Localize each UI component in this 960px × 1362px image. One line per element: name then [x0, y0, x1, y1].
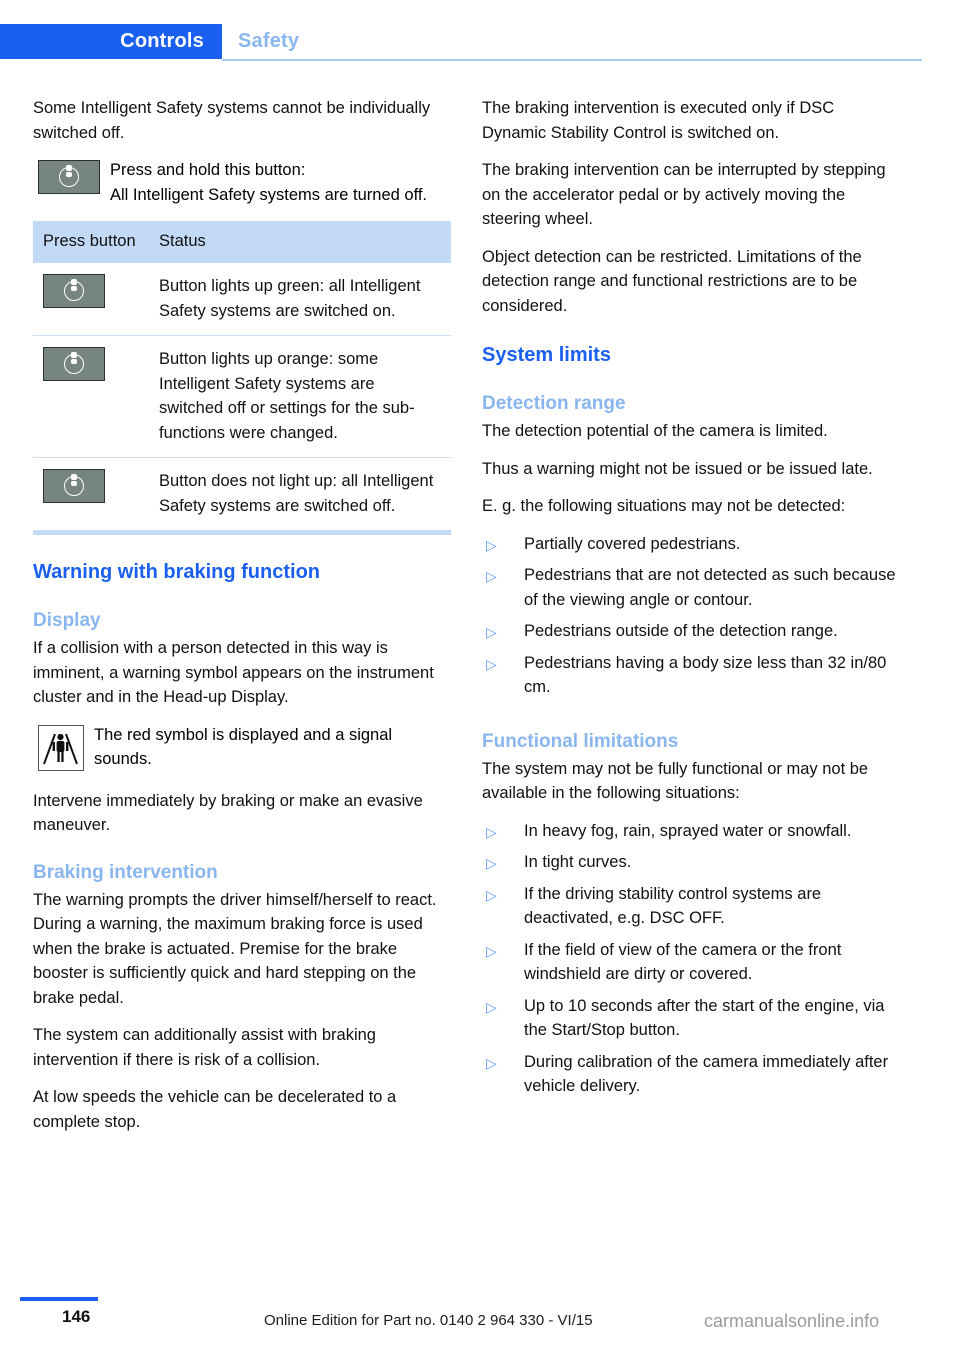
red-symbol-block: The red symbol is displayed and a signal… [33, 723, 451, 776]
right-paragraph-1: The braking intervention is executed onl… [482, 99, 835, 142]
list-item: ▷ Pedestrians having a body size less th… [482, 651, 900, 707]
table-cell-status: Button does not light up: all Intelligen… [149, 457, 451, 530]
triangle-bullet-icon: ▷ [486, 568, 497, 584]
heading-warning-with-braking-function: Warning with braking function [33, 561, 321, 583]
list-item: ▷ If the driving stability control syste… [482, 882, 900, 938]
table-header-status: Status [149, 221, 451, 263]
header-divider [222, 59, 922, 61]
triangle-bullet-icon: ▷ [486, 823, 497, 840]
triangle-bullet-icon: ▷ [486, 942, 497, 959]
detection-bullet-list: ▷ Partially covered pedestrians. ▷ Pedes… [482, 532, 900, 707]
table-row: Button lights up orange: some Intelligen… [33, 335, 451, 458]
table-row: Button does not light up: all Intelligen… [33, 457, 451, 530]
list-item: ▷ In tight curves. [482, 850, 900, 882]
table-header-row: Press button Status [33, 221, 451, 263]
list-item: ▷ In heavy fog, rain, sprayed water or s… [482, 819, 900, 851]
tab-controls[interactable]: Controls [0, 24, 222, 59]
functional-bullet-list: ▷ In heavy fog, rain, sprayed water or s… [482, 819, 900, 1106]
tab-controls-label: Controls [120, 30, 204, 52]
table-cell-status: Button lights up orange: some Intelligen… [149, 335, 451, 458]
intervene-paragraph: Intervene immediately by braking or make… [33, 791, 423, 835]
table-cell-icon [33, 335, 149, 458]
pedestrian-warning-icon [38, 724, 84, 776]
heading-detection-range: Detection range [482, 393, 626, 414]
detection-paragraph-1: The detection potential of the camera is… [482, 422, 828, 440]
functional-intro-paragraph: The system may not be fully functional o… [482, 759, 869, 803]
edition-notice: Online Edition for Part no. 0140 2 964 3… [264, 1312, 593, 1329]
list-item-label: In heavy fog, rain, sprayed water or sno… [524, 821, 852, 840]
table-cell-status: Button lights up green: all Intelligent … [159, 277, 421, 320]
list-item: ▷ Partially covered pedestrians. [482, 532, 900, 564]
braking-paragraph-2: The system can additionally assist with … [33, 1026, 376, 1069]
right-column: The braking intervention is executed onl… [482, 96, 900, 1106]
heading-braking-intervention: Braking intervention [33, 861, 218, 883]
table-row: Button lights up green: all Intelligent … [33, 263, 451, 336]
triangle-bullet-icon: ▷ [486, 655, 497, 672]
page-header: Controls Safety [0, 0, 960, 61]
intelligent-safety-button-icon [43, 469, 105, 507]
braking-paragraph-3: At low speeds the vehicle can be deceler… [33, 1088, 397, 1131]
heading-display: Display [33, 610, 101, 631]
display-paragraph: If a collision with a person detected in… [33, 639, 434, 706]
page-number: 146 [62, 1307, 91, 1326]
list-item: ▷ If the field of view of the camera or … [482, 938, 900, 994]
list-item: ▷ During calibration of the camera immed… [482, 1050, 900, 1106]
left-column: Some Intelligent Safety systems cannot b… [33, 96, 451, 1147]
triangle-bullet-icon: ▷ [486, 855, 497, 871]
page-footer: 146 Online Edition for Part no. 0140 2 9… [0, 1290, 960, 1362]
press-hold-block: Press and hold this button: All Intellig… [33, 158, 451, 207]
status-table: Press button Status Button lights up gre… [33, 221, 451, 530]
detection-paragraph-3: E. g. the following situations may not b… [482, 497, 846, 515]
triangle-bullet-icon: ▷ [486, 536, 497, 553]
list-item: ▷ Pedestrians outside of the detection r… [482, 619, 900, 651]
intro-paragraph: Some Intelligent Safety systems cannot b… [33, 99, 431, 142]
braking-paragraph-1: The warning prompts the driver himself/h… [33, 890, 437, 1007]
list-item-label: During calibration of the camera immedia… [524, 1052, 889, 1096]
heading-functional-limitations: Functional limitations [482, 730, 679, 752]
table-header-press-button: Press button [33, 221, 149, 263]
right-paragraph-2: The braking intervention can be interrup… [482, 161, 886, 228]
list-item-label: Partially covered pedestrians. [524, 534, 741, 553]
heading-system-limits: System limits [482, 344, 611, 366]
list-item-label: If the driving stability control systems… [524, 884, 822, 928]
triangle-bullet-icon: ▷ [486, 998, 497, 1015]
list-item: ▷ Pedestrians that are not detected as s… [482, 563, 900, 619]
detection-paragraph-2: Thus a warning might not be issued or be… [482, 459, 873, 478]
table-cell-icon [33, 457, 149, 530]
footer-divider [20, 1297, 98, 1301]
list-item-label: Pedestrians having a body size less than… [524, 653, 887, 697]
intelligent-safety-button-icon [43, 274, 105, 312]
tab-safety[interactable]: Safety [238, 30, 299, 53]
list-item-label: Pedestrians outside of the detection ran… [524, 622, 838, 640]
intelligent-safety-button-icon [43, 347, 105, 385]
triangle-bullet-icon: ▷ [486, 886, 497, 903]
intelligent-safety-button-icon [38, 160, 100, 201]
triangle-bullet-icon: ▷ [486, 1054, 497, 1071]
right-paragraph-3: Object detection can be restricted. Limi… [482, 247, 862, 315]
list-item-label: Up to 10 seconds after the start of the … [524, 996, 885, 1040]
red-symbol-note: The red symbol is displayed and a signal… [94, 725, 393, 769]
watermark-text: carmanualsonline.info [704, 1311, 880, 1331]
list-item-label: Pedestrians that are not detected as suc… [524, 566, 896, 609]
table-cell-icon [33, 263, 149, 336]
list-item: ▷ Up to 10 seconds after the start of th… [482, 994, 900, 1050]
list-item-label: If the field of view of the camera or th… [524, 940, 842, 984]
table-bottom-border [33, 530, 451, 535]
triangle-bullet-icon: ▷ [486, 624, 497, 640]
list-item-label: In tight curves. [524, 853, 632, 871]
